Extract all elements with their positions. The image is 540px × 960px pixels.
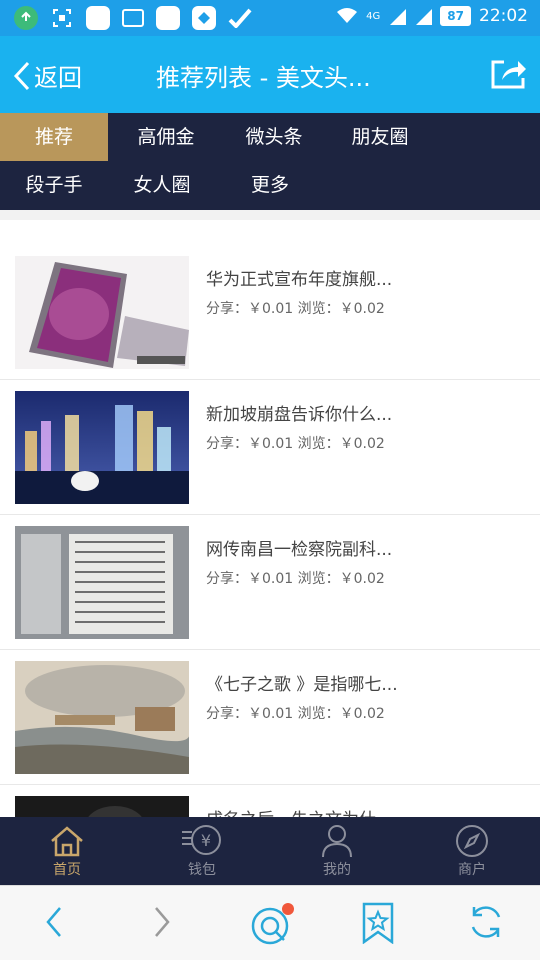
bottom-tab-bar: 首页 ¥ 钱包 我的 商户 (0, 817, 540, 885)
search-icon (251, 903, 294, 945)
battery-icon: 87 (440, 6, 471, 26)
wallet-icon: ¥ (182, 825, 221, 855)
tab-merchant-label: 商户 (458, 862, 486, 878)
svg-text:¥: ¥ (201, 831, 211, 850)
article-title: 成名之后，朱之文为什... (206, 805, 392, 817)
signal-icon (416, 9, 433, 25)
notification-icons (14, 6, 252, 30)
category-tuijian[interactable]: 推荐 (0, 113, 108, 161)
share-button[interactable] (490, 56, 528, 94)
wifi-icon (337, 8, 358, 23)
article-meta: 分享：￥0.01 浏览：￥0.02 (206, 571, 385, 587)
chevron-left-icon (13, 61, 30, 90)
article-meta: 分享：￥0.01 浏览：￥0.02 (206, 436, 385, 452)
chevron-left-icon (46, 907, 61, 937)
tab-wallet-label: 钱包 (188, 862, 216, 878)
category-pengyouquan[interactable]: 朋友圈 (326, 113, 434, 161)
chevron-right-icon (155, 907, 170, 937)
system-status: 4G 87 22:02 (336, 6, 528, 26)
browser-toolbar (0, 885, 540, 960)
category-duanzishou[interactable]: 段子手 (0, 161, 108, 209)
tab-wallet[interactable]: ¥ 钱包 (157, 823, 247, 879)
tab-home-label: 首页 (53, 862, 81, 878)
tab-profile[interactable]: 我的 (292, 823, 382, 879)
share-icon (491, 60, 526, 89)
article-meta: 分享：￥0.01 浏览：￥0.02 (206, 706, 385, 722)
app-notification-icon (228, 6, 252, 30)
scan-icon (50, 6, 74, 30)
list-item[interactable]: 《七子之歌 》是指哪七... 分享：￥0.01 浏览：￥0.02 (0, 650, 540, 785)
category-gaoyongjin[interactable]: 高佣金 (112, 113, 220, 161)
list-item[interactable]: 华为正式宣布年度旗舰... 分享：￥0.01 浏览：￥0.02 (0, 245, 540, 380)
tab-merchant[interactable]: 商户 (427, 823, 517, 879)
bookmark-star-icon (362, 902, 394, 945)
app-notification-icon (192, 6, 216, 30)
article-list: 华为正式宣布年度旗舰... 分享：￥0.01 浏览：￥0.02 新加坡崩盘告诉你… (0, 245, 540, 817)
app-notification-icon (156, 6, 180, 30)
clock: 22:02 (479, 6, 528, 26)
list-item[interactable]: 网传南昌一检察院副科... 分享：￥0.01 浏览：￥0.02 (0, 515, 540, 650)
article-thumbnail (15, 796, 189, 817)
list-item[interactable]: 新加坡崩盘告诉你什么... 分享：￥0.01 浏览：￥0.02 (0, 380, 540, 515)
article-thumbnail (15, 391, 189, 504)
category-gengduo[interactable]: 更多 (216, 161, 324, 209)
article-title: 网传南昌一检察院副科... (206, 540, 393, 560)
page-title: 推荐列表 - 美文头... (156, 64, 371, 92)
article-title: 华为正式宣布年度旗舰... (206, 270, 393, 290)
compass-icon (456, 825, 488, 857)
article-title: 新加坡崩盘告诉你什么... (206, 405, 393, 425)
home-icon (51, 826, 83, 857)
message-icon (122, 9, 144, 27)
article-thumbnail (15, 526, 189, 639)
section-divider (0, 210, 540, 220)
article-meta: 分享：￥0.01 浏览：￥0.02 (206, 301, 385, 317)
refresh-icon (471, 906, 501, 938)
category-nvrenquan[interactable]: 女人圈 (108, 161, 216, 209)
list-item[interactable]: 成名之后，朱之文为什... (0, 785, 540, 817)
browser-forward-button[interactable] (148, 902, 176, 946)
network-type: 4G (366, 10, 381, 22)
app-notification-icon (14, 6, 38, 30)
back-button[interactable]: 返回 (12, 58, 82, 93)
tab-profile-label: 我的 (323, 862, 351, 878)
status-bar: 4G 87 22:02 (0, 0, 540, 36)
category-weitoutiao[interactable]: 微头条 (220, 113, 328, 161)
user-icon (322, 825, 352, 858)
app-notification-icon (86, 6, 110, 30)
article-thumbnail (15, 256, 189, 369)
browser-home-button[interactable] (248, 902, 298, 950)
signal-icon (390, 9, 407, 25)
category-menu: 推荐 高佣金 微头条 朋友圈 段子手 女人圈 更多 (0, 113, 540, 210)
tab-home[interactable]: 首页 (22, 823, 112, 879)
article-title: 《七子之歌 》是指哪七... (206, 675, 398, 695)
app-header: 返回 推荐列表 - 美文头... (0, 36, 540, 113)
back-label: 返回 (34, 64, 82, 92)
article-thumbnail (15, 661, 189, 774)
browser-back-button[interactable] (40, 902, 68, 946)
refresh-button[interactable] (466, 902, 506, 946)
bookmark-button[interactable] (360, 902, 396, 948)
